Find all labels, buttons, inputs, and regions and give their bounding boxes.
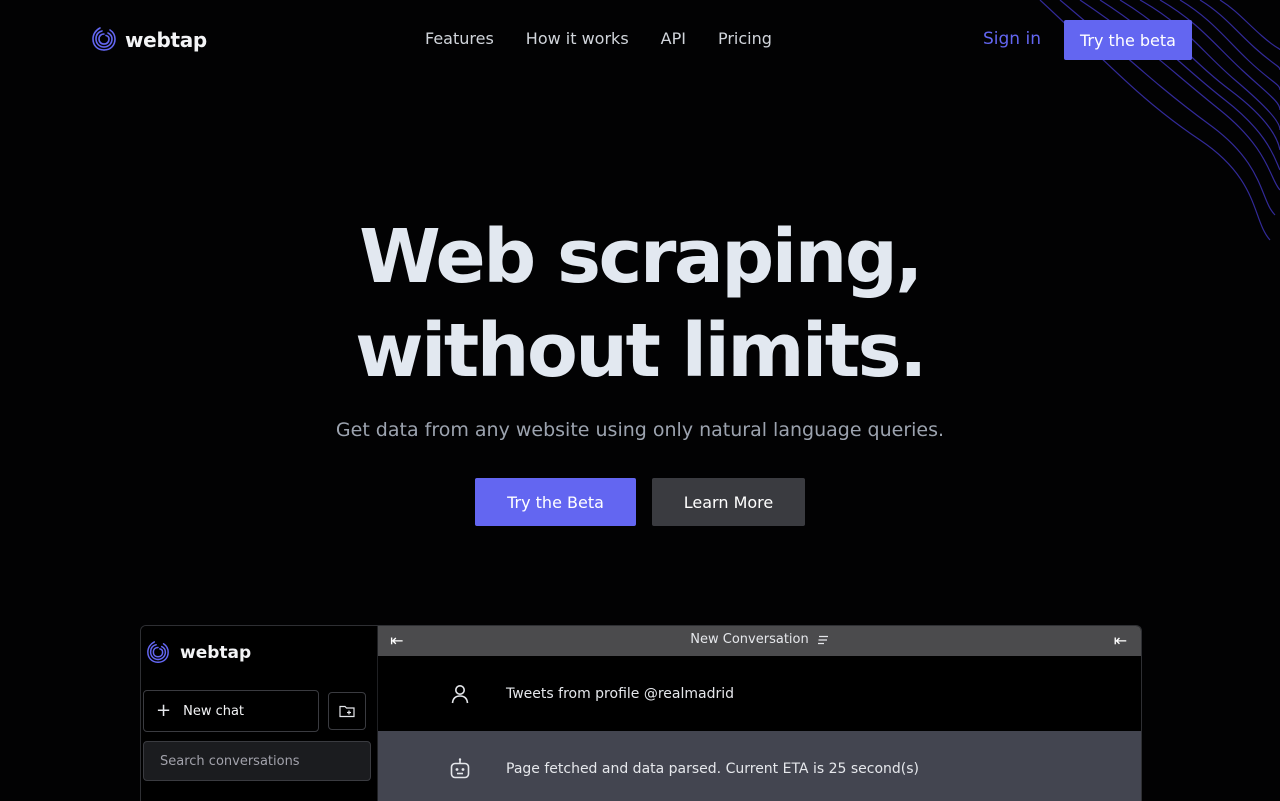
new-folder-button[interactable]: [328, 692, 366, 730]
conversation-title-bar: New Conversation: [378, 632, 1141, 647]
bot-icon: [450, 757, 470, 778]
app-preview-window: webtap + New chat ⇤ New Conversation: [140, 625, 1142, 801]
try-beta-hero-button[interactable]: Try the Beta: [475, 478, 636, 526]
new-chat-button[interactable]: + New chat: [143, 690, 319, 732]
try-beta-nav-button[interactable]: Try the beta: [1064, 20, 1192, 60]
assistant-message: Page fetched and data parsed. Current ET…: [378, 731, 1141, 801]
nav-link-how-it-works[interactable]: How it works: [510, 28, 645, 50]
preview-chat-panel: ⇤ New Conversation ⇤ Tweets from profile…: [378, 626, 1141, 801]
hero-subtitle: Get data from any website using only nat…: [335, 419, 945, 441]
learn-more-button[interactable]: Learn More: [652, 478, 805, 526]
nav-link-api[interactable]: API: [645, 28, 702, 50]
nav-link-features[interactable]: Features: [409, 28, 510, 50]
new-chat-label: New chat: [183, 703, 245, 719]
folder-plus-icon: [339, 705, 355, 718]
nav-link-pricing[interactable]: Pricing: [702, 28, 788, 50]
search-conversations-input[interactable]: [143, 741, 371, 781]
brand-logo-link[interactable]: webtap: [91, 26, 207, 54]
top-navigation: webtap Features How it works API Pricing…: [0, 0, 1280, 80]
conversation-header: ⇤ New Conversation ⇤: [378, 626, 1141, 656]
user-message-text: Tweets from profile @realmadrid: [506, 685, 735, 702]
brand-name: webtap: [125, 28, 207, 52]
menu-lines-icon[interactable]: [817, 634, 829, 646]
hero-title-line-2: without limits.: [355, 308, 927, 394]
user-icon: [451, 684, 469, 703]
preview-brand: webtap: [146, 640, 251, 666]
plus-icon: +: [156, 700, 172, 721]
webtap-logo-icon: [147, 641, 169, 663]
conversation-title: New Conversation: [690, 632, 809, 647]
collapse-panel-icon[interactable]: ⇤: [1114, 631, 1127, 650]
webtap-logo-icon: [92, 27, 116, 51]
preview-brand-name: webtap: [180, 643, 252, 663]
hero-title-line-1: Web scraping,: [359, 214, 923, 300]
assistant-message-text: Page fetched and data parsed. Current ET…: [506, 760, 919, 777]
user-message: Tweets from profile @realmadrid: [378, 656, 1141, 732]
hero-title: Web scraping, without limits.: [0, 210, 1280, 398]
main-nav-links: Features How it works API Pricing: [409, 28, 788, 50]
preview-sidebar: webtap + New chat: [141, 626, 378, 801]
sign-in-link[interactable]: Sign in: [983, 28, 1041, 50]
